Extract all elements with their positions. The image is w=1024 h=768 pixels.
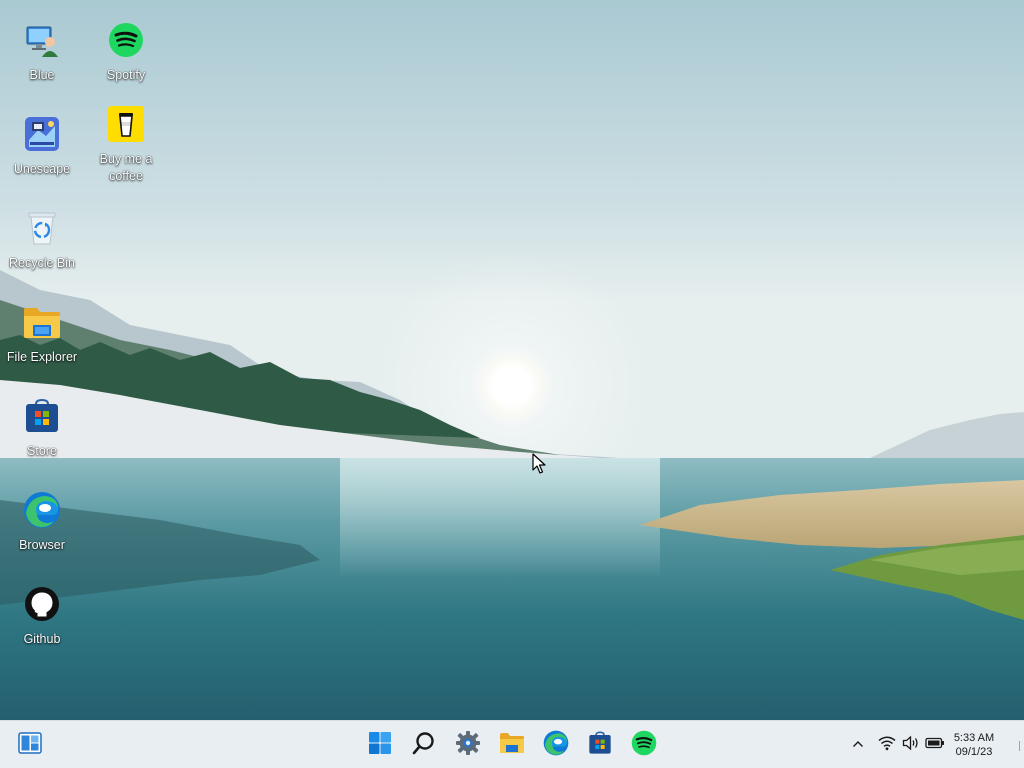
taskbar: 5:33 AM 09/1/23 [0, 720, 1024, 768]
mouse-cursor [532, 453, 546, 480]
battery-button[interactable] [925, 735, 945, 755]
store-icon [22, 396, 62, 436]
start-button[interactable] [362, 727, 398, 763]
gear-icon [455, 730, 481, 761]
spotify-icon [106, 20, 146, 60]
chevron-up-icon [852, 736, 864, 754]
store-taskbar-button[interactable] [582, 727, 618, 763]
folder-icon [22, 302, 62, 342]
desktop-icon-label: Spotify [106, 68, 146, 82]
folder-icon [499, 732, 525, 759]
desktop-icon-label: Store [27, 444, 57, 458]
search-button[interactable] [406, 727, 442, 763]
unescape-app-icon [22, 114, 62, 154]
desktop-icon-github[interactable]: Github [0, 584, 84, 648]
recycle-bin-icon [22, 208, 62, 248]
desktop-icon-label: Buy me a coffee [99, 152, 153, 183]
file-explorer-taskbar-button[interactable] [494, 727, 530, 763]
desktop-icon-file-explorer[interactable]: File Explorer [0, 302, 84, 366]
store-icon [588, 731, 612, 760]
desktop-icon-label: Recycle Bin [9, 256, 75, 270]
search-icon [412, 731, 436, 760]
edge-browser-icon [22, 490, 62, 530]
clock[interactable]: 5:33 AM 09/1/23 [944, 731, 1004, 759]
wifi-icon [878, 735, 896, 756]
edge-browser-icon [543, 730, 569, 761]
volume-icon [902, 735, 920, 756]
clock-date: 09/1/23 [955, 746, 993, 758]
network-button[interactable] [877, 735, 897, 755]
desktop-icon-unescape[interactable]: Unescape [0, 114, 84, 178]
desktop-icon-browser[interactable]: Browser [0, 490, 84, 554]
desktop-icon-store[interactable]: Store [0, 396, 84, 460]
desktop-icon-recycle-bin[interactable]: Recycle Bin [0, 208, 84, 272]
desktop-icon-spotify[interactable]: Spotify [84, 20, 168, 84]
desktop: Blue Spotify Unescape Buy me a coffee Re… [0, 0, 1024, 768]
show-desktop-button[interactable] [1019, 741, 1024, 751]
windows-start-icon [368, 731, 392, 760]
user-computer-icon [22, 20, 62, 60]
spotify-taskbar-button[interactable] [626, 727, 662, 763]
github-icon [22, 584, 62, 624]
desktop-icon-label: Browser [19, 538, 65, 552]
desktop-icon-label: File Explorer [6, 350, 78, 364]
coffee-cup-icon [106, 104, 146, 144]
widgets-icon [18, 731, 42, 759]
browser-taskbar-button[interactable] [538, 727, 574, 763]
desktop-icon-blue[interactable]: Blue [0, 20, 84, 84]
settings-button[interactable] [450, 727, 486, 763]
spotify-icon [631, 730, 657, 761]
widgets-button[interactable] [12, 727, 48, 763]
show-hidden-icons-button[interactable] [848, 735, 868, 755]
desktop-icon-buy-me-a-coffee[interactable]: Buy me a coffee [84, 104, 168, 185]
volume-button[interactable] [901, 735, 921, 755]
clock-time: 5:33 AM [953, 732, 995, 744]
desktop-icon-label: Github [23, 632, 61, 646]
desktop-icon-label: Blue [29, 68, 55, 82]
battery-icon [925, 736, 945, 754]
desktop-icon-label: Unescape [13, 162, 71, 176]
